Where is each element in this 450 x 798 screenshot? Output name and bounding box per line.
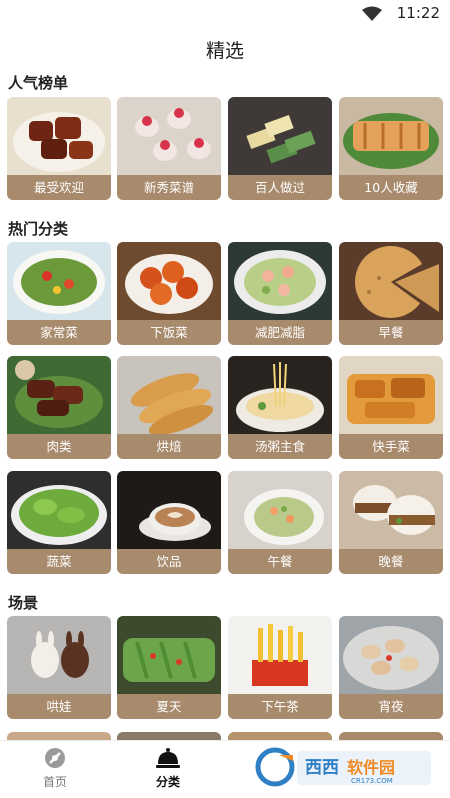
dish-photo bbox=[7, 356, 111, 434]
card-label: 10人收藏 bbox=[339, 175, 443, 200]
dish-photo bbox=[228, 616, 332, 694]
section-title-popular: 热门分类 bbox=[8, 220, 69, 238]
card-label: 烘焙 bbox=[117, 434, 221, 459]
section-title-scenes: 场景 bbox=[8, 594, 39, 612]
dish-photo bbox=[339, 356, 443, 434]
dish-photo bbox=[228, 356, 332, 434]
dish-photo bbox=[228, 471, 332, 549]
category-card[interactable]: 下午茶 bbox=[228, 616, 332, 719]
card-label: 汤粥主食 bbox=[228, 434, 332, 459]
category-card[interactable]: 饮品 bbox=[117, 471, 221, 574]
category-card[interactable]: 新秀菜谱 bbox=[117, 97, 221, 200]
status-time: 11:22 bbox=[396, 4, 440, 22]
dish-photo bbox=[339, 471, 443, 549]
category-card[interactable]: 10人收藏 bbox=[339, 97, 443, 200]
svg-text:西西: 西西 bbox=[305, 758, 339, 778]
category-card[interactable]: 汤粥主食 bbox=[228, 356, 332, 459]
category-bell-icon bbox=[156, 748, 180, 768]
card-label: 百人做过 bbox=[228, 175, 332, 200]
dish-photo bbox=[339, 242, 443, 320]
card-label: 最受欢迎 bbox=[7, 175, 111, 200]
card-label: 蔬菜 bbox=[7, 549, 111, 574]
card-label: 下饭菜 bbox=[117, 320, 221, 345]
category-card[interactable]: 晚餐 bbox=[339, 471, 443, 574]
card-label: 晚餐 bbox=[339, 549, 443, 574]
category-card[interactable]: 快手菜 bbox=[339, 356, 443, 459]
nav-home[interactable]: 首页 bbox=[20, 745, 90, 795]
dish-photo bbox=[228, 242, 332, 320]
card-label: 哄娃 bbox=[7, 694, 111, 719]
category-card[interactable]: 百人做过 bbox=[228, 97, 332, 200]
card-label: 午餐 bbox=[228, 549, 332, 574]
category-card[interactable]: 哄娃 bbox=[7, 616, 111, 719]
category-card[interactable]: 减肥减脂 bbox=[228, 242, 332, 345]
card-label: 肉类 bbox=[7, 434, 111, 459]
dish-photo bbox=[7, 97, 111, 175]
dish-photo bbox=[7, 242, 111, 320]
section-title-ranking: 人气榜单 bbox=[8, 74, 69, 92]
card-label: 饮品 bbox=[117, 549, 221, 574]
svg-text:软件园: 软件园 bbox=[347, 758, 395, 777]
category-card[interactable]: 夏天 bbox=[117, 616, 221, 719]
card-label: 新秀菜谱 bbox=[117, 175, 221, 200]
category-card[interactable]: 最受欢迎 bbox=[7, 97, 111, 200]
dish-photo bbox=[339, 616, 443, 694]
category-card[interactable]: 宵夜 bbox=[339, 616, 443, 719]
card-label: 宵夜 bbox=[339, 694, 443, 719]
dish-photo bbox=[117, 616, 221, 694]
category-card[interactable]: 蔬菜 bbox=[7, 471, 111, 574]
dish-photo bbox=[117, 356, 221, 434]
card-label: 快手菜 bbox=[339, 434, 443, 459]
dish-photo bbox=[7, 616, 111, 694]
dish-photo bbox=[117, 97, 221, 175]
card-label: 家常菜 bbox=[7, 320, 111, 345]
card-label: 早餐 bbox=[339, 320, 443, 345]
svg-text:CR173.COM: CR173.COM bbox=[351, 777, 393, 785]
nav-category[interactable]: 分类 bbox=[133, 745, 203, 795]
category-card[interactable]: 早餐 bbox=[339, 242, 443, 345]
category-card[interactable]: 烘焙 bbox=[117, 356, 221, 459]
card-label: 减肥减脂 bbox=[228, 320, 332, 345]
nav-category-label: 分类 bbox=[155, 775, 180, 789]
card-label: 下午茶 bbox=[228, 694, 332, 719]
dish-photo bbox=[228, 97, 332, 175]
wifi-icon bbox=[362, 6, 382, 21]
nav-home-label: 首页 bbox=[42, 775, 67, 789]
category-card[interactable]: 午餐 bbox=[228, 471, 332, 574]
dish-photo bbox=[117, 471, 221, 549]
category-card[interactable]: 下饭菜 bbox=[117, 242, 221, 345]
dish-photo bbox=[7, 471, 111, 549]
page-title: 精选 bbox=[205, 40, 244, 62]
watermark-logo: 西西 软件园 CR173.COM bbox=[255, 745, 435, 791]
dish-photo bbox=[117, 242, 221, 320]
category-card[interactable]: 肉类 bbox=[7, 356, 111, 459]
dish-photo bbox=[339, 97, 443, 175]
card-label: 夏天 bbox=[117, 694, 221, 719]
status-bar: 11:22 bbox=[0, 0, 450, 28]
category-card[interactable]: 家常菜 bbox=[7, 242, 111, 345]
home-icon bbox=[45, 748, 65, 768]
